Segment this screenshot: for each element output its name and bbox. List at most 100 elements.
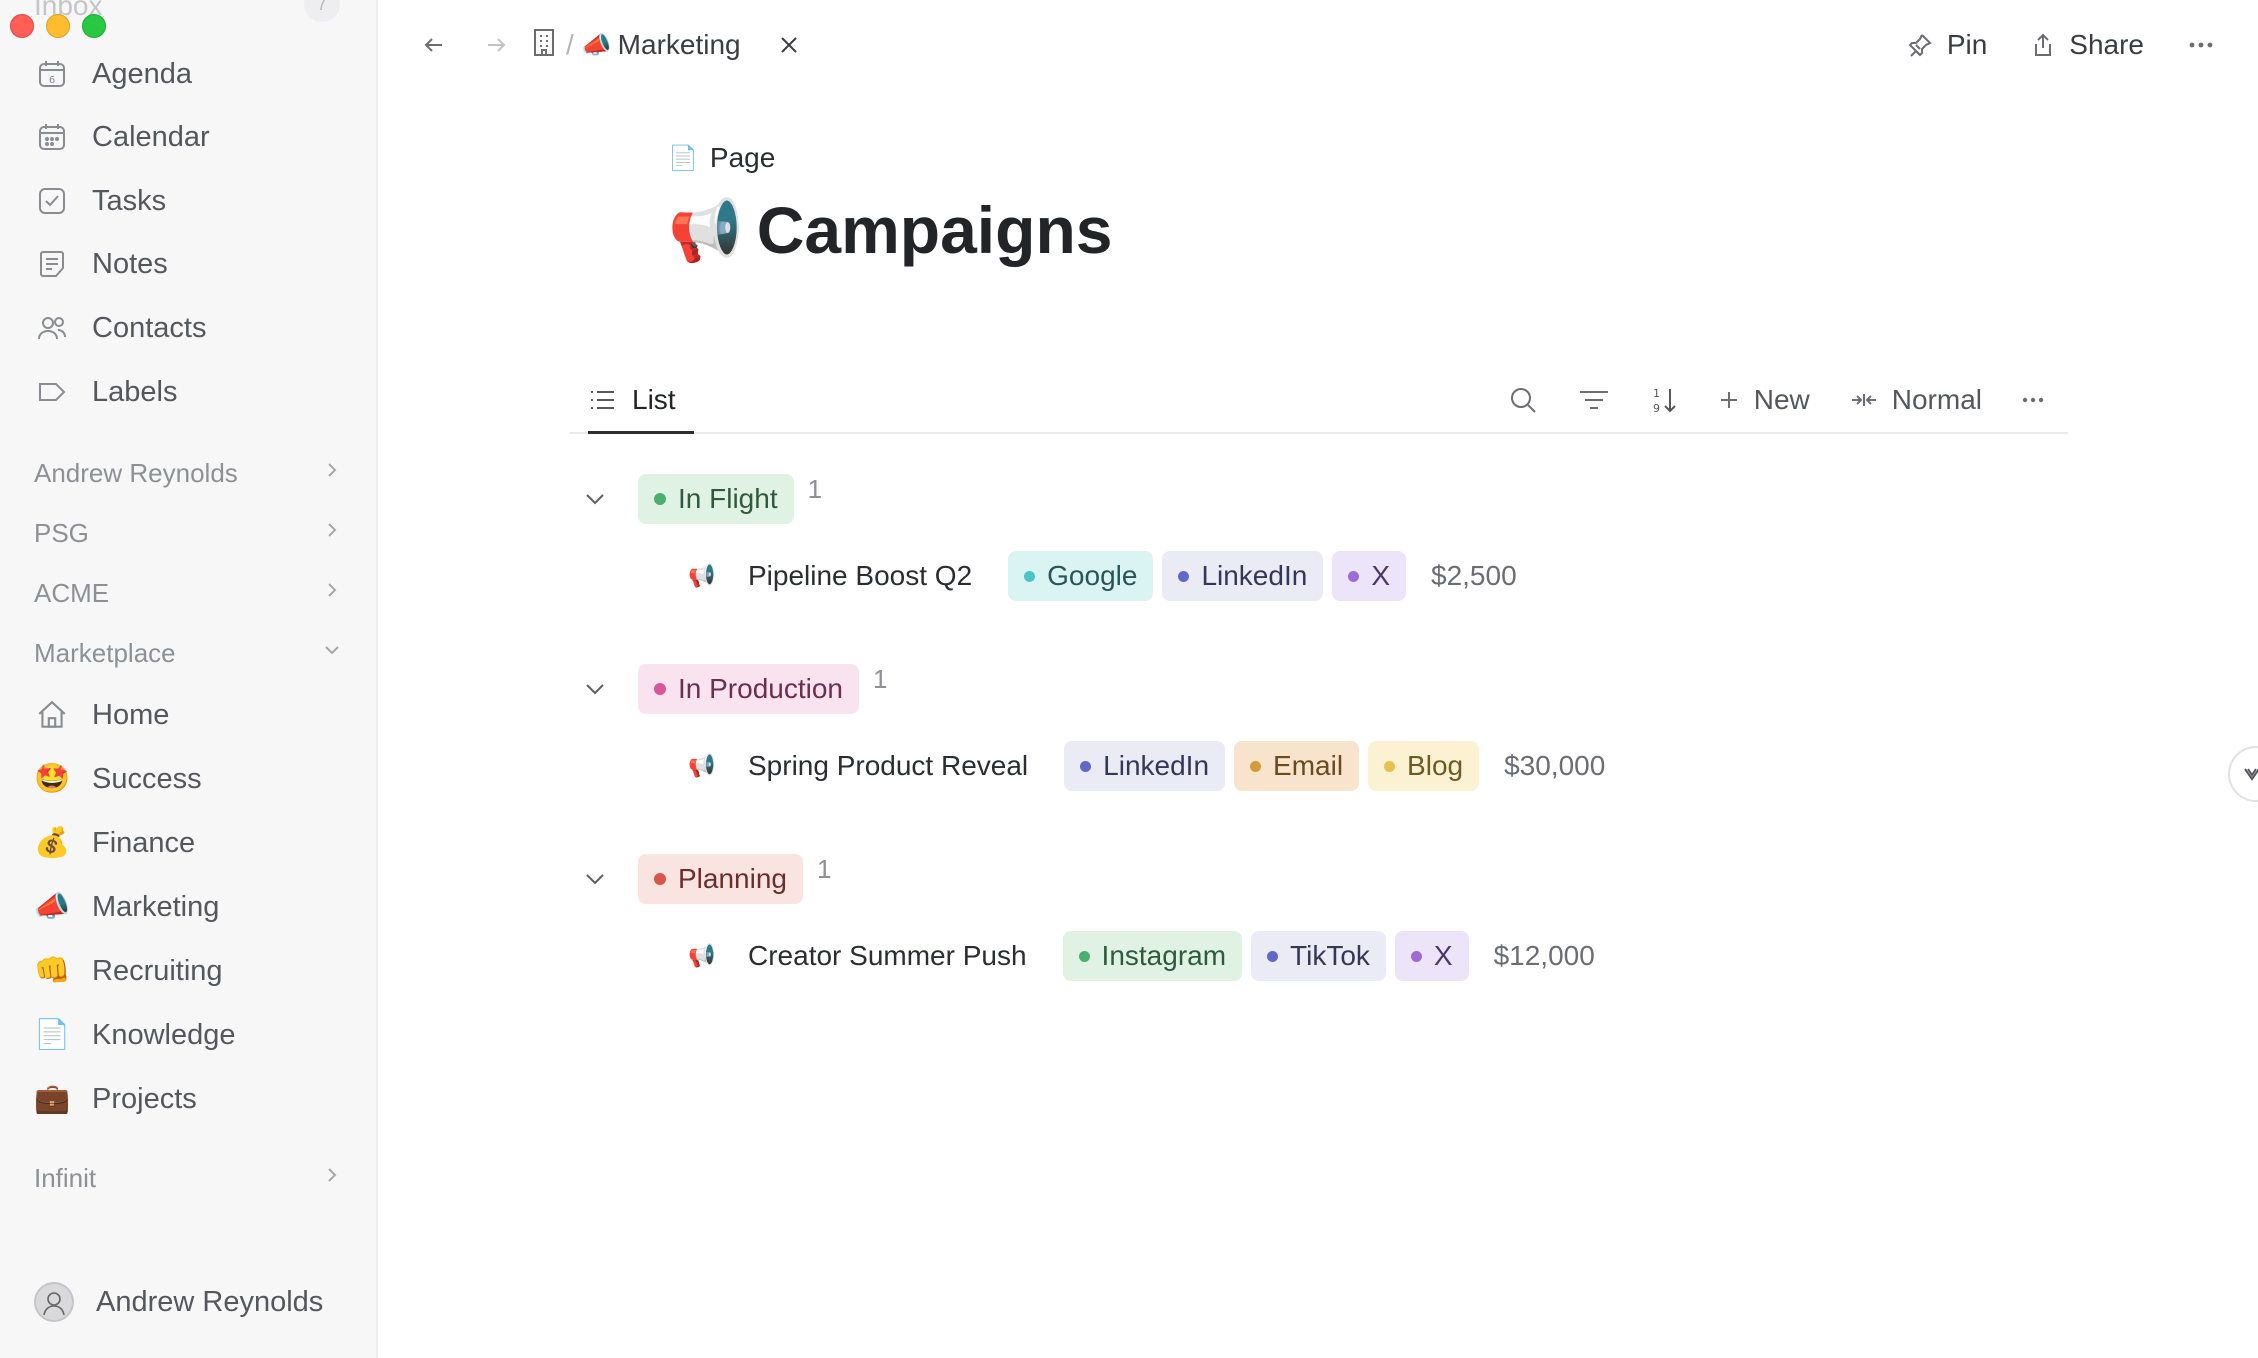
item-name[interactable]: Creator Summer Push [748,940,1027,972]
sidebar-item-label: Home [92,698,170,731]
sidebar-item-tasks[interactable]: Tasks [34,175,166,227]
status-label: Planning [678,863,787,894]
star-struck-icon: 🤩 [33,763,71,795]
channel-tag[interactable]: Google [1008,551,1154,601]
sidebar-item-knowledge[interactable]: 📄 Knowledge [34,1009,236,1061]
list-item[interactable]: 📢 Creator Summer Push Instagram TikTok X… [688,929,1595,983]
share-button[interactable]: Share [2031,29,2144,61]
channel-tag[interactable]: TikTok [1251,931,1386,981]
back-button[interactable] [414,25,454,65]
current-user[interactable]: Andrew Reynolds [34,1282,323,1322]
page-type-label: Page [709,142,776,173]
section-label: Marketplace [34,637,176,668]
sidebar-item-agenda[interactable]: 6 Agenda [34,48,192,100]
sidebar-item-finance[interactable]: 💰 Finance [34,817,195,869]
close-window-button[interactable] [10,14,34,38]
chevron-down-icon [322,640,342,666]
density-button[interactable]: Normal [1850,384,1982,416]
tab-list[interactable]: List [588,368,694,434]
status-badge[interactable]: Planning [638,854,803,904]
section-label: Andrew Reynolds [34,457,238,488]
status-dot [654,493,666,505]
chevron-right-icon [322,580,342,606]
punch-icon: 👊 [33,955,71,987]
forward-button[interactable] [476,25,516,65]
sidebar-item-recruiting[interactable]: 👊 Recruiting [34,945,223,997]
sidebar-item-calendar[interactable]: Calendar [34,111,210,163]
channel-tag[interactable]: Blog [1368,741,1480,791]
search-button[interactable] [1508,385,1538,415]
filter-button[interactable] [1578,387,1610,413]
sidebar-item-notes[interactable]: Notes [34,238,168,290]
density-label: Normal [1891,384,1982,415]
chevron-down-icon[interactable] [570,872,620,886]
section-acme[interactable]: ACME [34,569,342,617]
share-icon [2031,32,2055,58]
tag-dot [1250,760,1262,772]
filter-icon [1578,387,1610,413]
page-title[interactable]: 📢 Campaigns [668,192,1112,268]
new-item-button[interactable]: New [1718,384,1810,416]
page-icon: 📄 [33,1019,71,1051]
calendar-day-icon: 6 [34,56,70,92]
section-psg[interactable]: PSG [34,509,342,557]
maximize-window-button[interactable] [82,14,106,38]
section-marketplace[interactable]: Marketplace [34,629,342,677]
people-icon [34,310,70,346]
sort-button[interactable]: 19 [1650,385,1678,415]
sidebar-item-labels[interactable]: Labels [34,366,177,418]
channel-tag[interactable]: LinkedIn [1162,551,1324,601]
channel-tag[interactable]: X [1332,551,1406,601]
share-label: Share [2069,29,2144,60]
view-toolbar: List 19 New Normal [570,368,2068,434]
loudspeaker-icon[interactable]: 📢 [668,195,743,266]
page-title-text[interactable]: Campaigns [757,192,1113,268]
loudspeaker-icon: 📢 [688,563,716,588]
chevron-down-icon[interactable] [570,492,620,506]
list-item[interactable]: 📢 Pipeline Boost Q2 Google LinkedIn X $2… [688,549,1517,603]
close-tab-button[interactable] [769,25,809,65]
status-dot [654,873,666,885]
top-actions: Pin Share [1907,0,2214,90]
status-badge[interactable]: In Flight [638,474,794,524]
tag-label: LinkedIn [1103,750,1210,781]
item-name[interactable]: Spring Product Reveal [748,750,1028,782]
page-type: 📄 Page [668,142,775,174]
channel-tag[interactable]: Email [1234,741,1360,791]
tag-dot [1348,570,1360,582]
status-badge[interactable]: In Production [638,664,859,714]
window-controls [10,14,106,38]
channel-tag[interactable]: X [1394,931,1469,981]
budget-value: $2,500 [1431,560,1517,591]
tag-dot [1080,760,1092,772]
minimize-window-button[interactable] [46,14,70,38]
search-icon [1508,385,1538,415]
item-name[interactable]: Pipeline Boost Q2 [748,560,972,592]
chevron-right-icon [322,460,342,486]
budget-value: $12,000 [1493,940,1595,971]
list-item[interactable]: 📢 Spring Product Reveal LinkedIn Email B… [688,739,1605,793]
sidebar-item-contacts[interactable]: Contacts [34,302,206,354]
breadcrumb: / 📣 Marketing [530,27,741,64]
sidebar-item-marketing[interactable]: 📣 Marketing [34,881,219,933]
channel-tag[interactable]: Instagram [1062,931,1243,981]
breadcrumb-marketing[interactable]: 📣 Marketing [582,29,741,61]
sidebar-item-projects[interactable]: 💼 Projects [34,1073,197,1125]
side-panel-handle[interactable] [2228,746,2258,802]
note-icon [34,246,70,282]
more-options-button[interactable] [2188,41,2214,49]
chevron-down-icon[interactable] [570,682,620,696]
view-more-button[interactable] [2022,396,2044,404]
pin-button[interactable]: Pin [1907,29,1987,61]
plus-icon [1718,389,1740,411]
sidebar-item-success[interactable]: 🤩 Success [34,753,202,805]
top-bar: / 📣 Marketing Pin Share [380,0,2258,90]
section-andrew-reynolds[interactable]: Andrew Reynolds [34,449,342,497]
channel-tag[interactable]: LinkedIn [1064,741,1226,791]
chevron-right-icon [322,520,342,546]
group-count: 1 [816,853,832,884]
tag-label: X [1371,560,1390,591]
building-icon[interactable] [530,27,558,64]
section-infinit[interactable]: Infinit [34,1154,342,1202]
sidebar-item-home[interactable]: Home [34,689,169,741]
